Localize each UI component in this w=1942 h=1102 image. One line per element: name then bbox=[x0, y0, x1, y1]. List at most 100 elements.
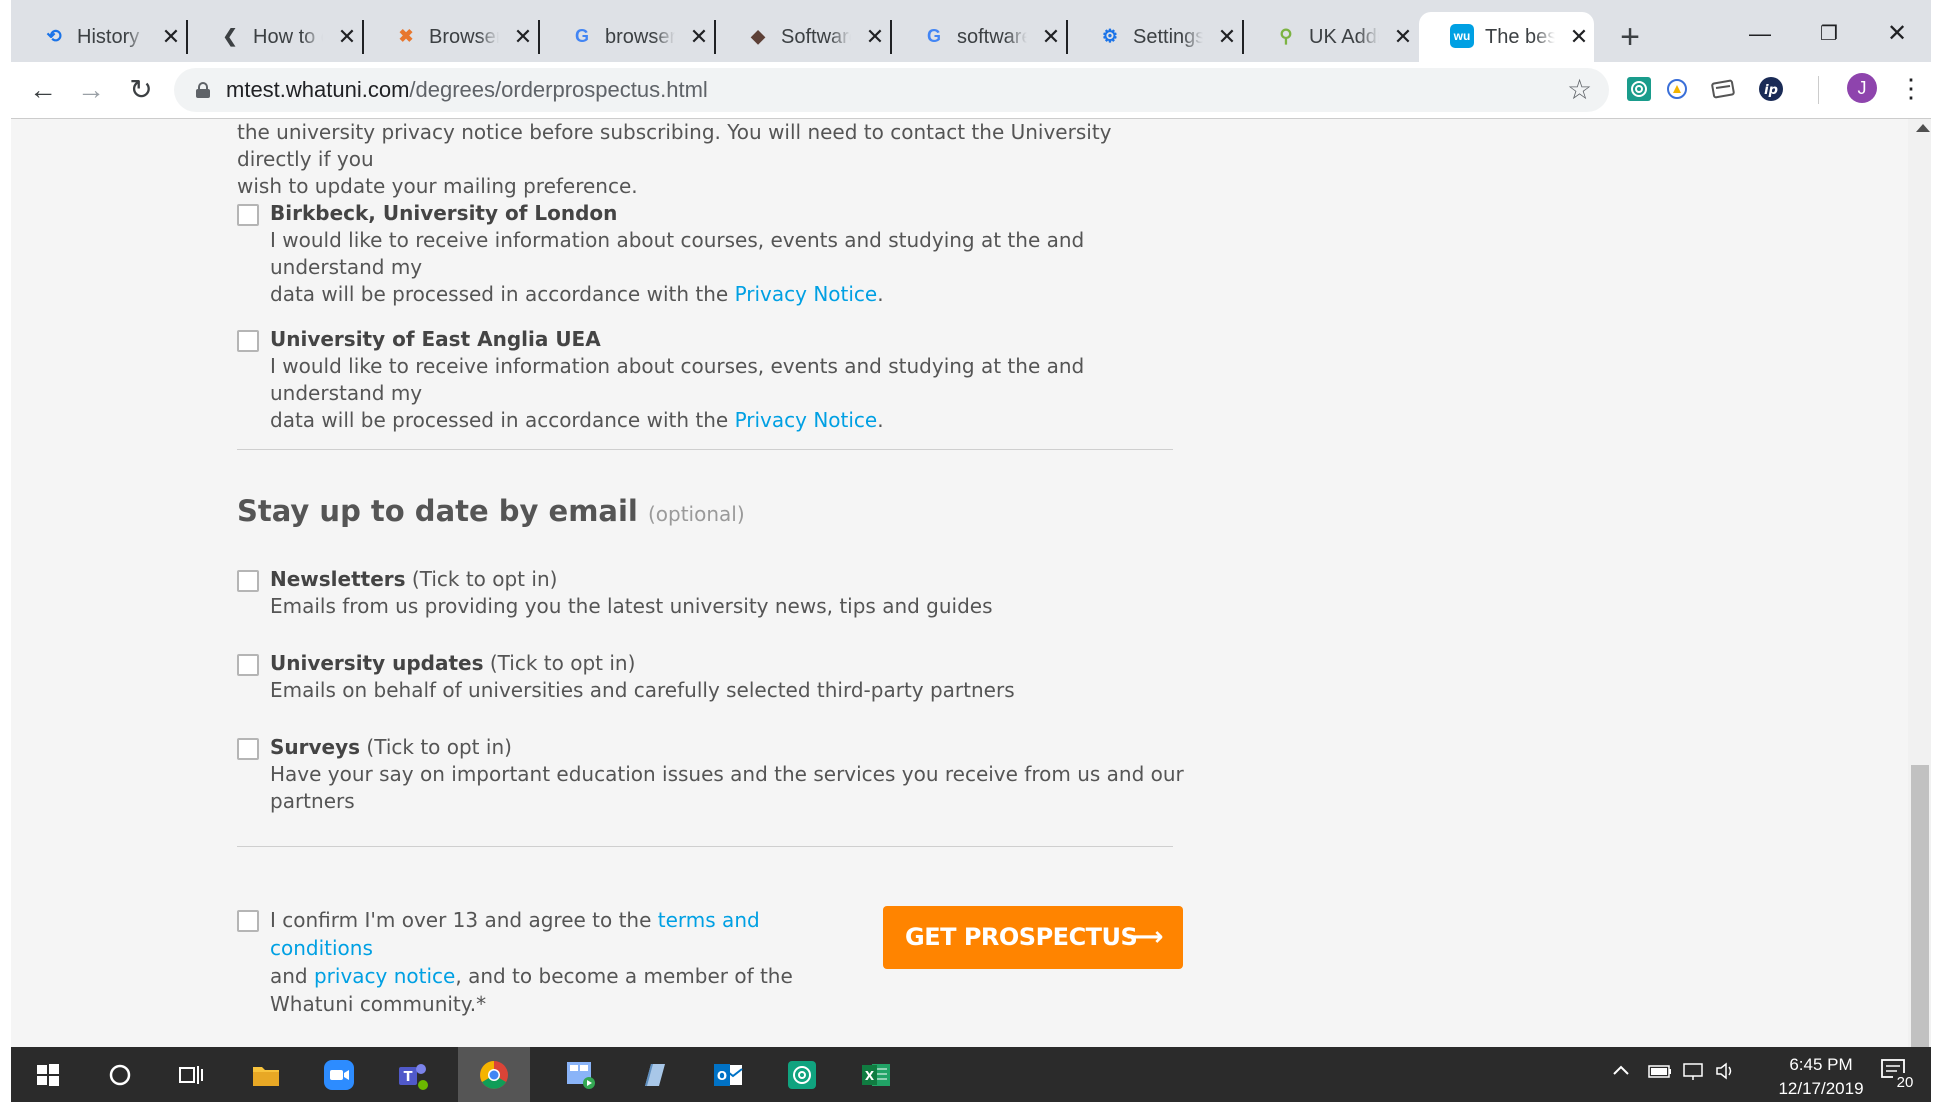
tray-chevron-up-icon[interactable] bbox=[1611, 1061, 1631, 1086]
tab-title: How to cl bbox=[253, 26, 323, 48]
tab-title: BrowserW bbox=[429, 26, 499, 48]
whatuni-icon: wu bbox=[1450, 24, 1474, 48]
profile-avatar[interactable]: J bbox=[1847, 73, 1877, 103]
confirm-and: and bbox=[270, 964, 314, 988]
university-consent-line-1: I would like to receive information abou… bbox=[270, 228, 1085, 279]
browser-tab[interactable]: ✖ BrowserW ✕ bbox=[363, 12, 538, 62]
browser-tab[interactable]: Gsoftware t ✕ bbox=[891, 12, 1066, 62]
battery-icon[interactable] bbox=[1647, 1061, 1673, 1086]
section-divider bbox=[237, 846, 1173, 847]
extension-compass-icon[interactable] bbox=[1662, 74, 1692, 104]
surveys-checkbox[interactable] bbox=[237, 738, 259, 760]
option-description: Have your say on important education iss… bbox=[270, 762, 1184, 813]
minimize-button[interactable]: — bbox=[1730, 14, 1790, 54]
browser-tab[interactable]: wu The best ✕ bbox=[1419, 12, 1594, 62]
email-section-title: Stay up to date by email (optional) bbox=[237, 494, 745, 528]
university-consent-line-1: I would like to receive information abou… bbox=[270, 354, 1085, 405]
address-bar[interactable]: mtest.whatuni.com/degrees/orderprospectu… bbox=[174, 68, 1609, 112]
search-circle-icon[interactable] bbox=[90, 1047, 150, 1102]
network-icon[interactable] bbox=[1681, 1061, 1707, 1086]
option-note: (Tick to opt in) bbox=[405, 567, 558, 591]
google-icon: G bbox=[574, 25, 589, 46]
intro-line-2: wish to update your mailing preference. bbox=[237, 174, 638, 198]
chrome-icon[interactable] bbox=[458, 1047, 530, 1102]
window-close-button[interactable]: ✕ bbox=[1867, 14, 1927, 54]
file-explorer-icon[interactable] bbox=[236, 1047, 296, 1102]
tab-close-icon[interactable]: ✕ bbox=[1567, 24, 1591, 50]
history-icon: ⟲ bbox=[46, 25, 62, 46]
map-pin-icon: ⚲ bbox=[1279, 25, 1293, 46]
clock-time: 6:45 PM bbox=[1789, 1055, 1853, 1074]
tab-close-icon[interactable]: ✕ bbox=[1039, 24, 1063, 50]
scroll-up-arrow-icon[interactable] bbox=[1916, 124, 1930, 132]
lock-icon[interactable] bbox=[196, 82, 210, 98]
svg-text:ip: ip bbox=[1764, 83, 1778, 98]
new-tab-button[interactable]: + bbox=[1615, 20, 1645, 54]
forward-button[interactable]: → bbox=[73, 72, 109, 108]
option-description: Emails from us providing you the latest … bbox=[270, 594, 993, 618]
scrollbar-thumb[interactable] bbox=[1911, 765, 1929, 1047]
tab-close-icon[interactable]: ✕ bbox=[159, 24, 183, 50]
tab-close-icon[interactable]: ✕ bbox=[1215, 24, 1239, 50]
bracket-icon: ❮ bbox=[222, 25, 238, 46]
browser-tab[interactable]: ⚲ UK Addre ✕ bbox=[1243, 12, 1418, 62]
windows-start-icon[interactable] bbox=[18, 1047, 78, 1102]
privacy-notice-link[interactable]: Privacy Notice bbox=[735, 408, 878, 432]
confirm-terms-checkbox[interactable] bbox=[237, 910, 259, 932]
excel-icon[interactable]: X bbox=[846, 1047, 906, 1102]
extension-card-icon[interactable] bbox=[1709, 74, 1739, 104]
arrow-right-icon: ⟶ bbox=[1126, 922, 1163, 952]
teams-icon[interactable]: T bbox=[383, 1047, 443, 1102]
taskbar-clock[interactable]: 6:45 PM 12/17/2019 bbox=[1761, 1053, 1881, 1101]
outlook-icon[interactable]: O bbox=[698, 1047, 758, 1102]
tab-close-icon[interactable]: ✕ bbox=[863, 24, 887, 50]
reload-button[interactable]: ↻ bbox=[123, 72, 159, 108]
confirm-last: Whatuni community.* bbox=[270, 992, 487, 1016]
tab-close-icon[interactable]: ✕ bbox=[687, 24, 711, 50]
url-text[interactable]: mtest.whatuni.com/degrees/orderprospectu… bbox=[226, 78, 708, 102]
birkbeck-text: Birkbeck, University of London I would l… bbox=[270, 200, 1170, 308]
uea-text: University of East Anglia UEA I would li… bbox=[270, 326, 1170, 434]
browser-menu-icon[interactable]: ⋮ bbox=[1898, 72, 1924, 104]
university-updates-checkbox[interactable] bbox=[237, 654, 259, 676]
task-view-icon[interactable] bbox=[161, 1047, 221, 1102]
tab-close-icon[interactable]: ✕ bbox=[335, 24, 359, 50]
clock-date: 12/17/2019 bbox=[1778, 1079, 1864, 1098]
browser-tab[interactable]: Gbrowser s ✕ bbox=[539, 12, 714, 62]
tab-title: History bbox=[77, 26, 140, 48]
option-label: Newsletters bbox=[270, 567, 406, 591]
privacy-notice-link[interactable]: Privacy Notice bbox=[735, 282, 878, 306]
tab-close-icon[interactable]: ✕ bbox=[1391, 24, 1415, 50]
privacy-link[interactable]: privacy notice bbox=[314, 964, 455, 988]
option-label: University updates bbox=[270, 651, 484, 675]
restore-button[interactable]: ❐ bbox=[1799, 14, 1859, 54]
volume-icon[interactable] bbox=[1715, 1061, 1741, 1086]
browser-tab[interactable]: ⟲ History ✕ bbox=[11, 12, 186, 62]
extension-ip-icon[interactable]: ip bbox=[1756, 74, 1786, 104]
notepad-app-icon[interactable] bbox=[624, 1047, 684, 1102]
zoom-icon[interactable] bbox=[309, 1047, 369, 1102]
newsletters-checkbox[interactable] bbox=[237, 570, 259, 592]
extension-chatgpt-icon[interactable] bbox=[1624, 74, 1654, 104]
browserw-icon: ✖ bbox=[398, 25, 414, 46]
tab-title: Settings bbox=[1133, 26, 1203, 48]
university-name: Birkbeck, University of London bbox=[270, 201, 618, 225]
chatgpt-app-icon[interactable] bbox=[772, 1047, 832, 1102]
birkbeck-checkbox[interactable] bbox=[237, 204, 259, 226]
browser-tab[interactable]: ◆ Software ✕ bbox=[715, 12, 890, 62]
confirm-middle: , and to become a member of the bbox=[455, 964, 793, 988]
page-viewport: the university privacy notice before sub… bbox=[11, 119, 1908, 1047]
bookmark-star-icon[interactable]: ☆ bbox=[1567, 74, 1592, 106]
back-button[interactable]: ← bbox=[25, 72, 61, 108]
svg-text:X: X bbox=[865, 1069, 875, 1083]
browser-tab[interactable]: ❮ How to cl ✕ bbox=[187, 12, 362, 62]
tab-close-icon[interactable]: ✕ bbox=[511, 24, 535, 50]
uea-checkbox[interactable] bbox=[237, 330, 259, 352]
windows-taskbar: T O X 6:45 PM 12/17/2019 20 bbox=[11, 1047, 1931, 1102]
university-name: University of East Anglia UEA bbox=[270, 327, 601, 351]
tab-title: The best bbox=[1485, 26, 1555, 48]
option-note: (Tick to opt in) bbox=[483, 651, 636, 675]
media-app-icon[interactable] bbox=[551, 1047, 611, 1102]
browser-tab[interactable]: ⚙ Settings ✕ bbox=[1067, 12, 1242, 62]
get-prospectus-button[interactable]: GET PROSPECTUS ⟶ bbox=[883, 906, 1183, 969]
